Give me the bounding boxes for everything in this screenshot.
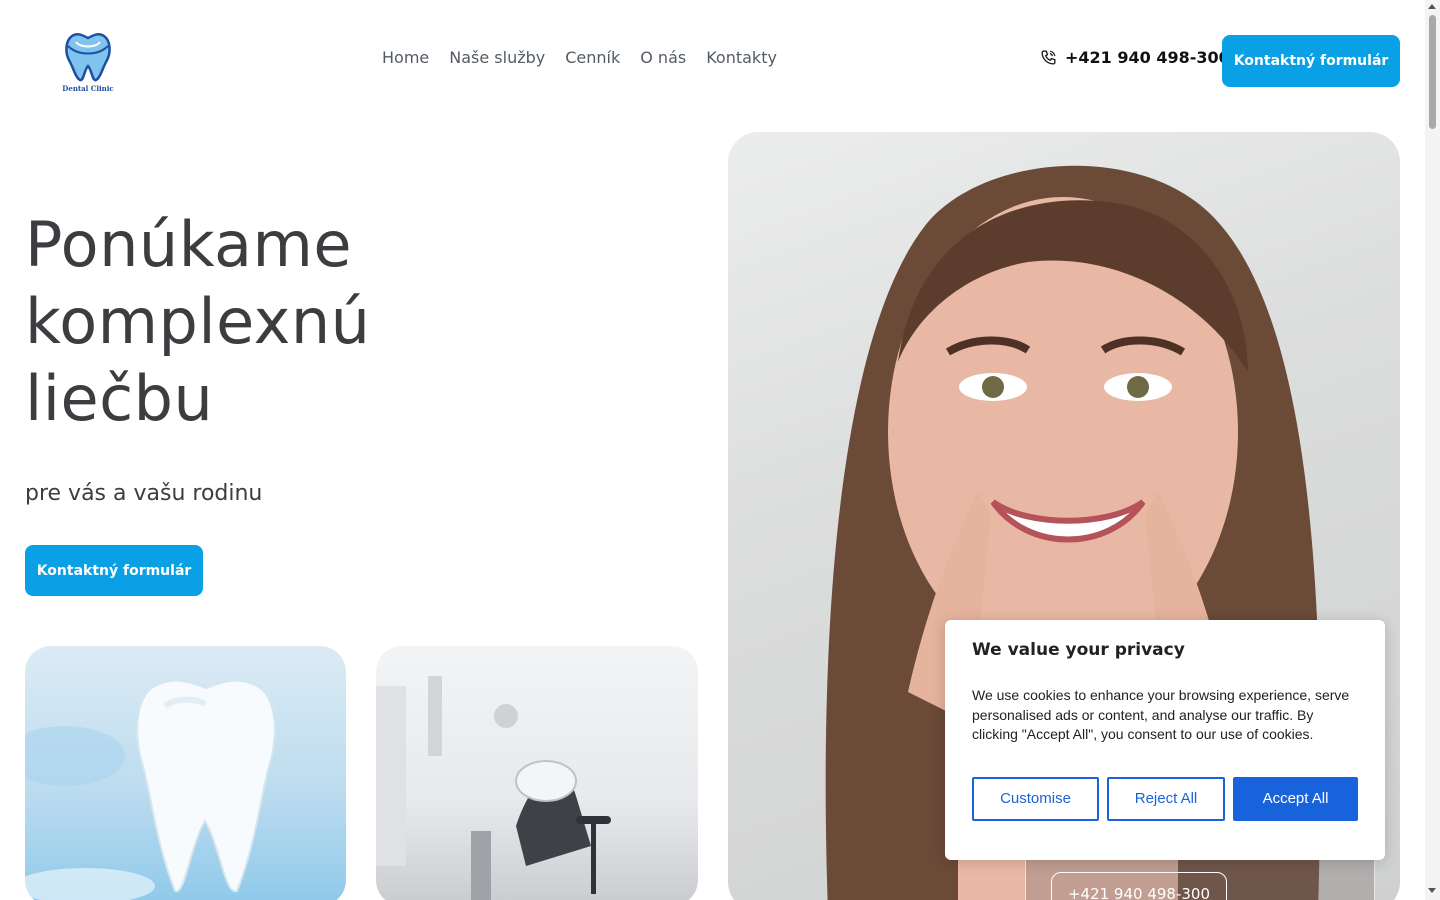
hero-contact-form-button[interactable]: Kontaktný formulár [25,545,203,596]
site-header: Dental Clinic Home Naše služby Cenník O … [0,0,1425,120]
hero-title-line-2: komplexnú [25,285,371,358]
cookie-description: We use cookies to enhance your browsing … [972,687,1350,742]
dental-chair-image [376,676,611,900]
phone-number: +421 940 498-300 [1065,48,1230,67]
nav-item-services[interactable]: Naše služby [449,48,545,67]
tooth-logo-icon [65,33,111,82]
nav-item-about[interactable]: O nás [640,48,686,67]
reject-all-button[interactable]: Reject All [1107,776,1225,821]
phone-call-button[interactable]: +421 940 498-300 [1051,872,1227,900]
hero-title-line-1: Ponúkame [25,208,353,281]
hero-title-line-3: liečbu [25,362,214,435]
scroll-down-arrow-icon[interactable] [1428,888,1436,893]
phone-icon [1041,50,1056,65]
customise-button[interactable]: Customise [972,776,1099,821]
header-contact-form-button[interactable]: Kontaktný formulár [1222,35,1400,87]
cookie-button-row: Customise Reject All Accept All [972,776,1358,821]
nav-item-contacts[interactable]: Kontakty [706,48,777,67]
cookie-title: We value your privacy [972,640,1185,660]
tooth-image-card [25,646,346,900]
tooth-model-image [25,679,276,900]
hero-subtitle: pre vás a vašu rodinu [25,481,263,506]
accept-all-button[interactable]: Accept All [1233,776,1358,821]
header-phone[interactable]: +421 940 498-300 [1040,48,1230,67]
main-nav: Home Naše služby Cenník O nás Kontakty [382,48,777,67]
hero-title: Ponúkame komplexnú liečbu [25,206,505,437]
logo-text: Dental Clinic [62,84,114,93]
dental-office-image-card [376,646,698,900]
nav-item-pricing[interactable]: Cenník [565,48,620,67]
scrollbar-thumb[interactable] [1429,15,1436,129]
nav-item-home[interactable]: Home [382,48,429,67]
cookie-consent-popup: We value your privacy We use cookies to … [945,620,1385,860]
clinic-logo[interactable]: Dental Clinic [58,26,118,96]
scroll-up-arrow-icon[interactable] [1428,4,1436,9]
page-scrollbar[interactable] [1425,0,1440,900]
